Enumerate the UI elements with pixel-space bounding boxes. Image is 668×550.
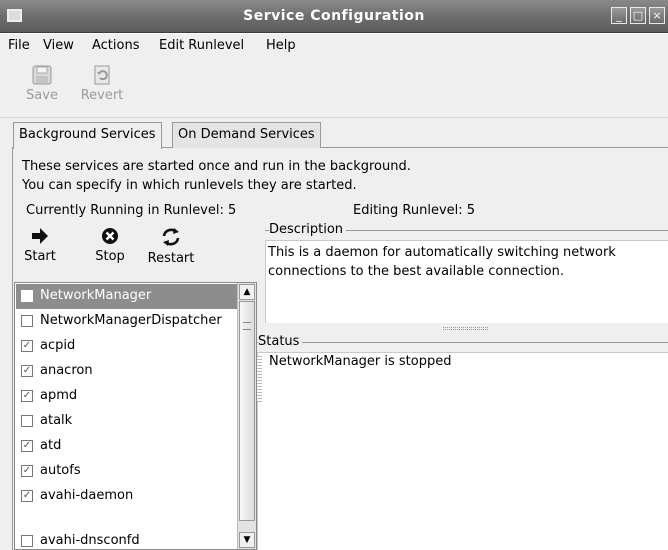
title-bar[interactable]: Service Configuration _ □ ×	[0, 0, 668, 33]
service-row[interactable]: atalk	[16, 409, 237, 434]
menu-edit-runlevel[interactable]: Edit Runlevel	[159, 38, 244, 53]
restart-label: Restart	[147, 251, 195, 266]
scroll-down-arrow-icon[interactable]: ▼	[239, 532, 255, 548]
service-checkbox[interactable]	[21, 415, 33, 427]
stop-icon	[102, 228, 118, 244]
service-list[interactable]: NetworkManager NetworkManagerDispatcher …	[14, 282, 257, 550]
close-button[interactable]: ×	[649, 7, 665, 24]
description-label: Description	[269, 222, 347, 237]
service-name: NetworkManager	[40, 288, 152, 303]
toolbar: Save Revert	[0, 58, 668, 118]
tab-on-demand-services[interactable]: On Demand Services	[172, 122, 321, 148]
service-checkbox[interactable]: ✓	[21, 365, 33, 377]
current-runlevel-label: Currently Running in Runlevel: 5	[26, 203, 237, 218]
service-name: atd	[40, 438, 62, 453]
editing-runlevel-label: Editing Runlevel: 5	[353, 203, 476, 218]
description-text: This is a daemon for automatically switc…	[268, 245, 616, 279]
service-row[interactable]: NetworkManagerDispatcher	[16, 309, 237, 334]
maximize-button[interactable]: □	[630, 7, 646, 24]
intro-line-2: You can specify in which runlevels they …	[22, 178, 357, 193]
service-name: autofs	[40, 463, 81, 478]
menu-file[interactable]: File	[8, 38, 30, 53]
scroll-thumb[interactable]	[239, 301, 255, 521]
status-box	[257, 352, 668, 550]
service-checkbox[interactable]: ✓	[21, 465, 33, 477]
service-name: apmd	[40, 388, 78, 403]
tab-background-services[interactable]: Background Services	[13, 122, 162, 149]
start-label: Start	[24, 249, 56, 264]
menu-help[interactable]: Help	[266, 38, 296, 53]
intro-line-1: These services are started once and run …	[22, 159, 411, 174]
revert-icon	[94, 65, 110, 85]
intro-text: These services are started once and run …	[22, 157, 411, 195]
service-checkbox[interactable]	[21, 535, 33, 547]
save-icon	[32, 65, 52, 85]
service-row[interactable]: ✓ apmd	[16, 384, 237, 409]
service-checkbox[interactable]: ✓	[21, 490, 33, 502]
stop-button[interactable]: Stop	[90, 227, 130, 264]
save-button[interactable]: Save	[18, 64, 66, 103]
service-row[interactable]: ✓ atd	[16, 434, 237, 459]
revert-label: Revert	[80, 88, 124, 103]
scroll-grip-icon	[243, 322, 251, 330]
status-label: Status	[258, 334, 303, 349]
status-grip	[257, 356, 262, 402]
service-name: NetworkManagerDispatcher	[40, 313, 222, 328]
menu-actions[interactable]: Actions	[92, 38, 140, 53]
service-row[interactable]: NetworkManager	[16, 284, 237, 309]
start-arrow-icon	[32, 228, 48, 244]
service-row[interactable]: avahi-dnsconfd	[16, 529, 237, 549]
start-button[interactable]: Start	[20, 227, 60, 264]
service-name: avahi-dnsconfd	[40, 533, 140, 548]
service-name: acpid	[40, 338, 76, 353]
service-row[interactable]: ✓ autofs	[16, 459, 237, 484]
menu-bar: File View Actions Edit Runlevel Help	[0, 34, 668, 58]
service-checkbox[interactable]: ✓	[21, 390, 33, 402]
scroll-up-arrow-icon[interactable]: ▲	[239, 284, 255, 300]
service-checkbox[interactable]: ✓	[21, 340, 33, 352]
minimize-button[interactable]: _	[611, 7, 627, 24]
service-checkbox[interactable]	[21, 290, 33, 302]
service-checkbox[interactable]: ✓	[21, 440, 33, 452]
service-row[interactable]: ✓ avahi-daemon	[16, 484, 237, 509]
pane-resize-handle[interactable]	[443, 327, 488, 330]
service-name: atalk	[40, 413, 73, 428]
service-name: anacron	[40, 363, 93, 378]
status-text: NetworkManager is stopped	[269, 354, 452, 369]
status-frame-border	[257, 342, 668, 343]
menu-view[interactable]: View	[43, 38, 74, 53]
restart-button[interactable]: Restart	[143, 227, 199, 266]
save-label: Save	[26, 88, 58, 103]
service-list-scrollbar[interactable]: ▲ ▼	[237, 283, 256, 549]
stop-label: Stop	[95, 249, 125, 264]
service-row[interactable]: ✓ acpid	[16, 334, 237, 359]
service-checkbox[interactable]	[21, 315, 33, 327]
restart-icon	[162, 228, 180, 246]
service-name: avahi-daemon	[40, 488, 134, 503]
service-row[interactable]: ✓ anacron	[16, 359, 237, 384]
revert-button[interactable]: Revert	[78, 64, 126, 103]
window-title: Service Configuration	[243, 8, 425, 24]
